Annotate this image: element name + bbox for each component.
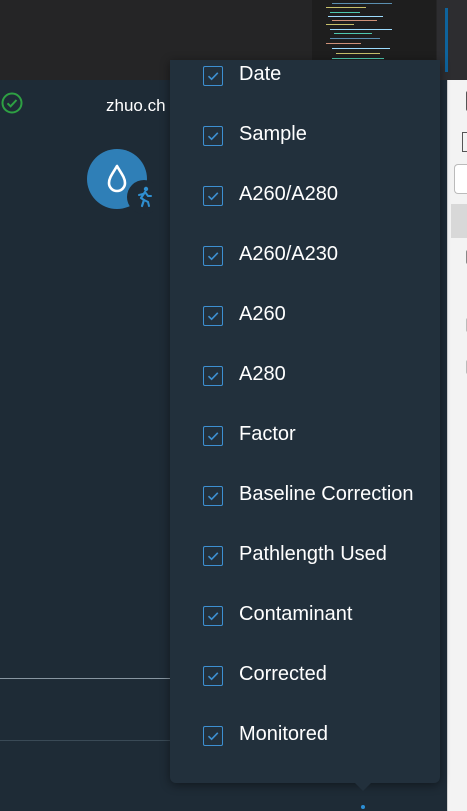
editor-scrollbar[interactable]: [437, 0, 467, 80]
column-option-label: Pathlength Used: [239, 543, 387, 565]
column-checkbox[interactable]: [203, 66, 223, 86]
running-person-icon: [138, 186, 152, 208]
checkmark-icon: [207, 612, 219, 621]
check-circle-icon: [1, 92, 23, 114]
side-panel: [447, 80, 467, 811]
column-option[interactable]: Contaminant: [170, 587, 440, 647]
checkmark-icon: [207, 312, 219, 321]
panel-icon[interactable]: [462, 132, 467, 152]
checkmark-icon: [207, 132, 219, 141]
user-name: zhuo.ch: [106, 96, 166, 115]
column-checkbox[interactable]: [203, 726, 223, 746]
menu-pointer: [355, 783, 371, 791]
column-option[interactable]: Sample: [170, 107, 440, 167]
column-checkbox[interactable]: [203, 546, 223, 566]
column-checkbox[interactable]: [203, 486, 223, 506]
checkmark-icon: [207, 492, 219, 501]
column-option-label: A260/A280: [239, 183, 338, 205]
column-option[interactable]: A260: [170, 287, 440, 347]
column-checkbox[interactable]: [203, 606, 223, 626]
column-checkbox[interactable]: [203, 666, 223, 686]
water-drop-icon: [107, 164, 127, 193]
column-checkbox[interactable]: [203, 306, 223, 326]
column-option[interactable]: Date: [170, 60, 440, 107]
column-option[interactable]: Factor: [170, 407, 440, 467]
checkmark-icon: [207, 672, 219, 681]
anchor-dot: [361, 805, 365, 809]
scroll-indicator: [445, 8, 448, 72]
column-checkbox[interactable]: [203, 366, 223, 386]
column-option-label: Monitored: [239, 723, 328, 745]
column-option-label: A260: [239, 303, 286, 325]
checkmark-icon: [207, 252, 219, 261]
column-option[interactable]: A260/A280: [170, 167, 440, 227]
divider: [0, 740, 170, 741]
column-checkbox[interactable]: [203, 126, 223, 146]
divider: [0, 678, 170, 679]
column-option[interactable]: Monitored: [170, 707, 440, 767]
column-option[interactable]: A280: [170, 347, 440, 407]
selected-row[interactable]: [451, 204, 467, 238]
checkmark-icon: [207, 432, 219, 441]
checkmark-icon: [207, 552, 219, 561]
column-option-label: A280: [239, 363, 286, 385]
column-checkbox[interactable]: [203, 246, 223, 266]
avatar-badge: [127, 180, 161, 214]
column-option-label: Sample: [239, 123, 307, 145]
column-option-label: Contaminant: [239, 603, 353, 625]
panel-field[interactable]: [454, 164, 467, 194]
column-chooser-menu: Date Sample A260/A280 A260/A230 A260 A280 Fact…: [170, 60, 440, 783]
column-option[interactable]: A260/A230: [170, 227, 440, 287]
column-checkbox[interactable]: [203, 186, 223, 206]
column-option-label: Baseline Correction: [239, 483, 414, 505]
column-checkbox[interactable]: [203, 426, 223, 446]
column-option-label: Date: [239, 63, 282, 85]
checkmark-icon: [207, 372, 219, 381]
column-option-label: Corrected: [239, 663, 327, 685]
column-option-label: Factor: [239, 423, 296, 445]
checkmark-icon: [207, 192, 219, 201]
column-option[interactable]: Pathlength Used: [170, 527, 440, 587]
checkmark-icon: [207, 72, 219, 81]
column-option-label: A260/A230: [239, 243, 338, 265]
checkmark-icon: [207, 732, 219, 741]
column-option[interactable]: Corrected: [170, 647, 440, 707]
column-option[interactable]: Baseline Correction: [170, 467, 440, 527]
